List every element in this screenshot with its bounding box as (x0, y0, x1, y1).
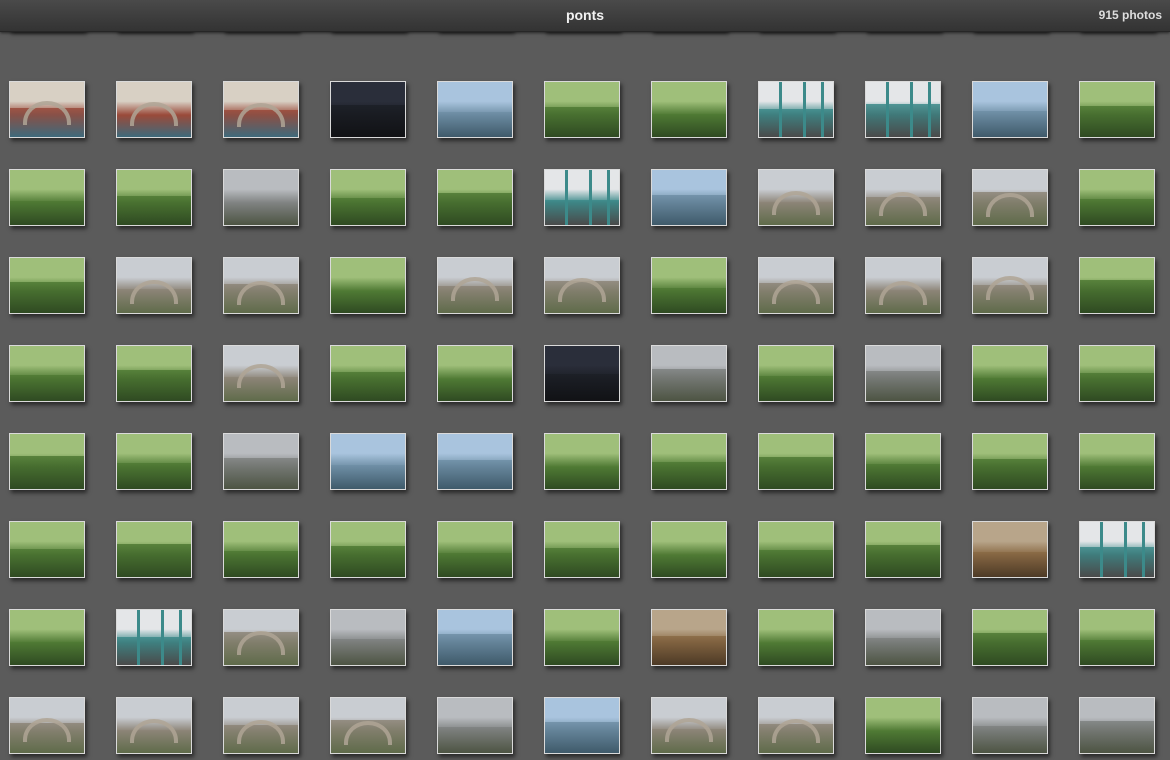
photo-thumbnail[interactable] (865, 521, 941, 578)
photo-thumbnail[interactable] (651, 257, 727, 314)
photo-thumbnail[interactable] (330, 697, 406, 754)
photo-thumbnail[interactable] (1079, 697, 1155, 754)
photo-thumbnail[interactable] (9, 345, 85, 402)
photo-thumbnail[interactable] (223, 345, 299, 402)
photo-thumbnail[interactable] (651, 609, 727, 666)
photo-thumbnail[interactable] (116, 609, 192, 666)
photo-thumbnail[interactable] (223, 81, 299, 138)
photo-thumbnail[interactable] (223, 169, 299, 226)
photo-thumbnail[interactable] (9, 169, 85, 226)
photo-thumbnail[interactable] (1079, 169, 1155, 226)
photo-thumbnail[interactable] (865, 169, 941, 226)
photo-thumbnail[interactable] (9, 81, 85, 138)
photo-thumbnail[interactable] (544, 433, 620, 490)
photo-thumbnail[interactable] (544, 169, 620, 226)
photo-thumbnail[interactable] (116, 257, 192, 314)
photo-thumbnail[interactable] (651, 81, 727, 138)
photo-thumbnail[interactable] (1079, 81, 1155, 138)
photo-thumbnail[interactable] (972, 257, 1048, 314)
photo-thumbnail[interactable] (865, 345, 941, 402)
photo-thumbnail[interactable] (116, 345, 192, 402)
photo-thumbnail[interactable] (223, 433, 299, 490)
photo-thumbnail[interactable] (544, 521, 620, 578)
photo-thumbnail[interactable] (223, 697, 299, 754)
photo-thumbnail[interactable] (437, 521, 513, 578)
photo-thumbnail[interactable] (865, 697, 941, 754)
photo-thumbnail[interactable] (330, 609, 406, 666)
photo-thumbnail[interactable] (544, 257, 620, 314)
title-bar: ponts 915 photos (0, 0, 1170, 32)
photo-thumbnail[interactable] (865, 257, 941, 314)
photo-thumbnail[interactable] (330, 257, 406, 314)
photo-thumbnail[interactable] (330, 169, 406, 226)
photo-thumbnail[interactable] (758, 433, 834, 490)
photo-thumbnail[interactable] (1079, 433, 1155, 490)
photo-thumbnail[interactable] (972, 609, 1048, 666)
photo-thumbnail[interactable] (758, 169, 834, 226)
photo-thumbnail[interactable] (1079, 521, 1155, 578)
photo-thumbnail[interactable] (758, 521, 834, 578)
photo-thumbnail[interactable] (972, 81, 1048, 138)
photo-thumbnail[interactable] (1079, 257, 1155, 314)
photo-thumbnail[interactable] (437, 257, 513, 314)
photo-thumbnail[interactable] (116, 81, 192, 138)
photo-thumbnail[interactable] (116, 697, 192, 754)
photo-thumbnail[interactable] (116, 521, 192, 578)
photo-thumbnail[interactable] (330, 345, 406, 402)
photo-thumbnail[interactable] (651, 345, 727, 402)
photo-thumbnail[interactable] (972, 169, 1048, 226)
photo-thumbnail[interactable] (865, 609, 941, 666)
photo-thumbnail[interactable] (437, 609, 513, 666)
photo-thumbnail[interactable] (544, 345, 620, 402)
photo-thumbnail[interactable] (972, 521, 1048, 578)
photo-thumbnail[interactable] (972, 345, 1048, 402)
photo-thumbnail[interactable] (330, 433, 406, 490)
photo-thumbnail[interactable] (223, 521, 299, 578)
photo-thumbnail[interactable] (9, 257, 85, 314)
photo-thumbnail[interactable] (1079, 345, 1155, 402)
photo-thumbnail[interactable] (437, 81, 513, 138)
photo-thumbnail[interactable] (972, 433, 1048, 490)
photo-thumbnail[interactable] (330, 521, 406, 578)
photo-thumbnail[interactable] (437, 433, 513, 490)
photo-thumbnail[interactable] (223, 257, 299, 314)
photo-thumbnail[interactable] (9, 433, 85, 490)
photo-thumbnail[interactable] (9, 521, 85, 578)
photo-thumbnail[interactable] (651, 521, 727, 578)
photo-thumbnail[interactable] (758, 609, 834, 666)
photo-thumbnail[interactable] (758, 257, 834, 314)
photo-thumbnail[interactable] (758, 697, 834, 754)
photo-thumbnail[interactable] (865, 433, 941, 490)
photo-thumbnail[interactable] (437, 697, 513, 754)
photo-thumbnail[interactable] (437, 345, 513, 402)
photo-thumbnail[interactable] (223, 609, 299, 666)
photo-thumbnail[interactable] (116, 169, 192, 226)
photo-thumbnail[interactable] (651, 169, 727, 226)
photo-thumbnail[interactable] (651, 697, 727, 754)
photo-thumbnail[interactable] (437, 169, 513, 226)
photo-thumbnail[interactable] (758, 81, 834, 138)
photo-count: 915 photos (1098, 8, 1162, 22)
photo-thumbnail[interactable] (865, 81, 941, 138)
photo-thumbnail[interactable] (330, 81, 406, 138)
photo-thumbnail[interactable] (544, 697, 620, 754)
photo-thumbnail[interactable] (544, 81, 620, 138)
photo-thumbnail[interactable] (758, 345, 834, 402)
photo-thumbnail[interactable] (544, 609, 620, 666)
photo-thumbnail[interactable] (1079, 609, 1155, 666)
photo-grid (0, 0, 1170, 760)
photo-thumbnail[interactable] (9, 697, 85, 754)
photo-thumbnail[interactable] (651, 433, 727, 490)
album-title: ponts (565, 7, 605, 23)
photo-thumbnail[interactable] (972, 697, 1048, 754)
photo-thumbnail[interactable] (116, 433, 192, 490)
photo-thumbnail[interactable] (9, 609, 85, 666)
